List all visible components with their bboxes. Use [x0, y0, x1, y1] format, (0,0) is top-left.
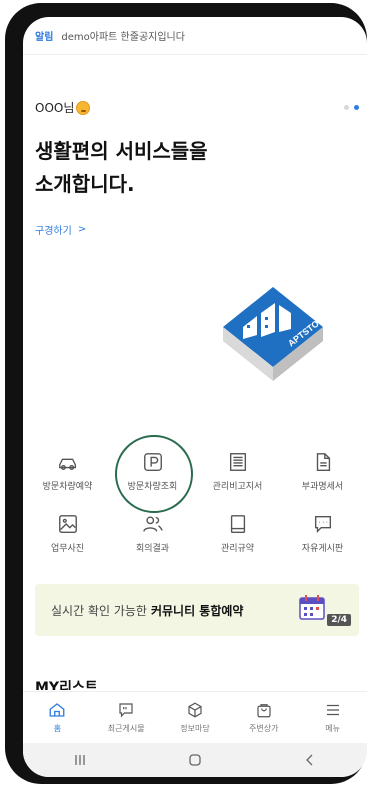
service-grid: 방문차량예약 방문차량조회 관리비고지서 부과명세서 업무사진 회의결과 관리규…	[23, 445, 367, 559]
service-label: 업무사진	[50, 543, 85, 554]
sweat-smile-emoji-icon	[76, 100, 91, 115]
service-label: 자유게시판	[301, 543, 344, 554]
service-charge-statement[interactable]: 부과명세서	[280, 445, 365, 497]
people-icon	[142, 515, 163, 532]
car-icon	[58, 458, 76, 470]
chevron-right-icon: >	[77, 224, 87, 235]
tab-label: 주변상가	[249, 724, 279, 733]
carousel-dot-active[interactable]	[354, 105, 359, 110]
bottom-tab-bar: 홈 최근게시물 정보마당 주변상가 메뉴	[23, 691, 367, 743]
tab-home[interactable]: 홈	[27, 701, 87, 734]
app-screen: 알림 demo아파트 한줄공지입니다 OOO님 생활편의 서비스들을 소개합니다…	[23, 17, 367, 777]
service-label: 방문차량예약	[42, 481, 93, 492]
carousel-dot[interactable]	[344, 105, 349, 110]
phone-frame: 알림 demo아파트 한줄공지입니다 OOO님 생활편의 서비스들을 소개합니다…	[5, 3, 367, 784]
book-icon	[230, 514, 245, 533]
service-work-photos[interactable]: 업무사진	[25, 507, 110, 559]
tab-label: 최근게시물	[107, 724, 145, 733]
banner-bold: 커뮤니티 통합예약	[150, 603, 244, 618]
quote-icon	[119, 703, 133, 718]
cube-icon	[188, 702, 202, 718]
service-label: 관리비고지서	[212, 481, 263, 492]
tab-nearby-shops[interactable]: 주변상가	[234, 701, 294, 734]
headline-line-1: 생활편의 서비스들을	[35, 139, 208, 163]
tab-info[interactable]: 정보마당	[165, 701, 225, 734]
bill-icon	[229, 452, 246, 471]
service-visitor-car-lookup[interactable]: 방문차량조회	[110, 445, 195, 497]
browse-link[interactable]: 구경하기 >	[35, 222, 86, 237]
recent-apps-icon[interactable]	[72, 752, 88, 768]
browse-link-label: 구경하기	[35, 226, 72, 237]
tab-label: 메뉴	[325, 724, 340, 733]
promo-headline: 생활편의 서비스들을 소개합니다.	[35, 135, 295, 201]
service-label: 방문차량조회	[127, 481, 178, 492]
system-navigation-bar	[23, 743, 367, 777]
community-reservation-banner[interactable]: 실시간 확인 가능한 커뮤니티 통합예약 2/4	[35, 584, 359, 636]
calendar-icon	[299, 595, 325, 620]
notice-text: demo아파트 한줄공지입니다	[61, 32, 185, 43]
tab-label: 홈	[53, 724, 62, 733]
service-management-rules[interactable]: 관리규약	[195, 507, 280, 559]
mylist-title: MY리스트	[35, 680, 98, 690]
tab-label: 정보마당	[180, 724, 210, 733]
service-free-board[interactable]: 자유게시판	[280, 507, 365, 559]
service-label: 관리규약	[220, 543, 255, 554]
photo-icon	[58, 514, 77, 533]
notice-bar[interactable]: 알림 demo아파트 한줄공지입니다	[23, 17, 367, 55]
bag-icon	[257, 704, 271, 718]
service-label: 회의결과	[135, 543, 170, 554]
home-button-icon[interactable]	[187, 752, 203, 768]
service-management-bill[interactable]: 관리비고지서	[195, 445, 280, 497]
carousel-indicator	[344, 105, 359, 110]
tab-menu[interactable]: 메뉴	[303, 701, 363, 734]
service-label: 부과명세서	[301, 481, 344, 492]
document-icon	[316, 452, 330, 471]
service-row: 업무사진 회의결과 관리규약 자유게시판	[23, 507, 367, 559]
greeting: OOO님	[35, 99, 91, 116]
menu-icon	[326, 704, 339, 716]
tab-recent-posts[interactable]: 최근게시물	[96, 701, 156, 734]
service-row: 방문차량예약 방문차량조회 관리비고지서 부과명세서	[23, 445, 367, 497]
home-icon	[49, 703, 65, 717]
banner-page-counter: 2/4	[327, 614, 351, 626]
aptstory-logo: APTSTORY	[223, 287, 330, 381]
service-meeting-results[interactable]: 회의결과	[110, 507, 195, 559]
notice-label: 알림	[35, 32, 54, 43]
banner-prefix: 실시간 확인 가능한	[51, 603, 147, 618]
greeting-name: OOO님	[35, 101, 75, 115]
service-visitor-car-reserve[interactable]: 방문차량예약	[25, 445, 110, 497]
parking-icon	[143, 452, 162, 471]
chat-icon	[314, 515, 331, 533]
back-button-icon[interactable]	[302, 752, 318, 768]
headline-line-2: 소개합니다.	[35, 172, 135, 196]
